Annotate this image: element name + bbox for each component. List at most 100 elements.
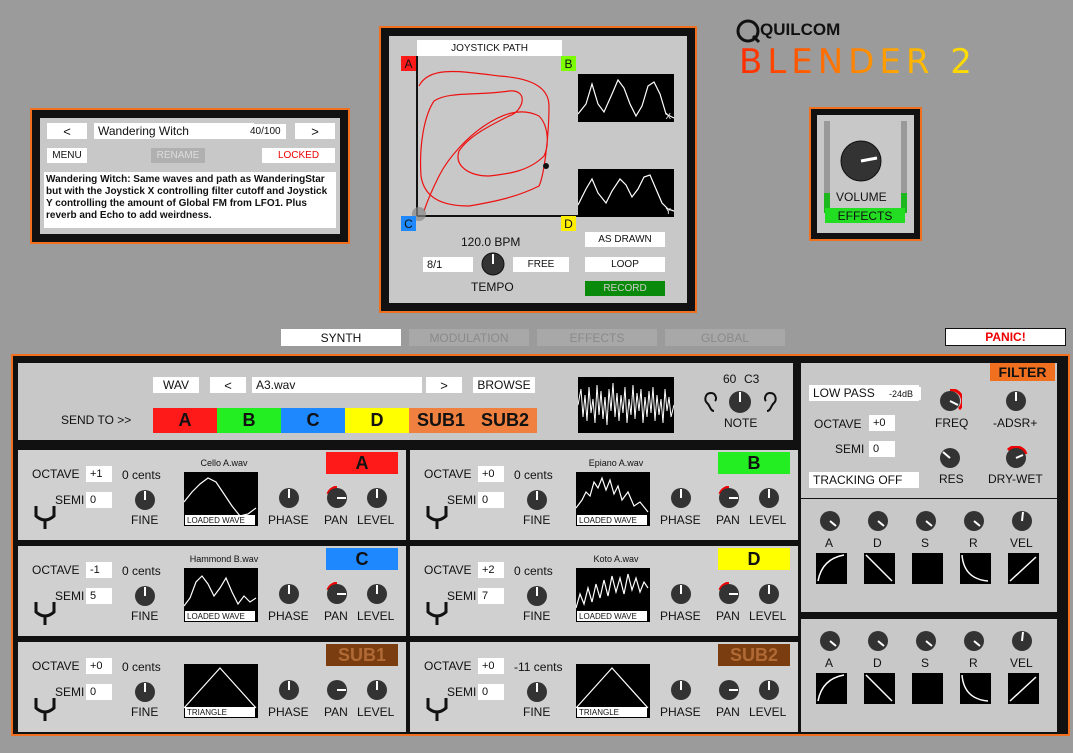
tuning-fork-icon <box>426 698 448 721</box>
osc-wave-display[interactable]: LOADED WAVE <box>575 472 650 526</box>
osc-octave-label: OCTAVE <box>424 467 472 481</box>
rename-button[interactable]: RENAME <box>151 148 205 163</box>
panic-button[interactable]: PANIC! <box>945 328 1066 346</box>
osc-semi-input[interactable]: 0 <box>478 684 504 700</box>
effects-toggle[interactable]: EFFECTS <box>825 208 905 223</box>
env-s-knob[interactable] <box>914 509 938 533</box>
menu-button[interactable]: MENU <box>47 148 87 163</box>
preset-next-button[interactable]: > <box>295 123 335 139</box>
osc-semi-input[interactable]: 0 <box>86 492 112 508</box>
env-a-knob[interactable] <box>818 629 842 653</box>
osc-wave-display[interactable]: TRIANGLE <box>183 664 258 718</box>
as-drawn-button[interactable]: AS DRAWN <box>585 232 665 247</box>
fine-knob[interactable] <box>133 488 157 512</box>
fine-knob[interactable] <box>133 584 157 608</box>
env-r-knob[interactable] <box>962 629 986 653</box>
level-knob[interactable] <box>365 678 389 702</box>
osc-octave-input[interactable]: +2 <box>478 562 504 578</box>
send-sub1-button[interactable]: SUB1 <box>409 408 473 433</box>
osc-semi-input[interactable]: 0 <box>478 492 504 508</box>
level-label: LEVEL <box>749 513 787 527</box>
fine-knob[interactable] <box>525 488 549 512</box>
filter-slope[interactable]: -24dB <box>889 387 921 400</box>
note-label: NOTE <box>724 416 758 430</box>
env-vel-knob[interactable] <box>1010 509 1034 533</box>
osc-wave-label: LOADED WAVE <box>185 611 255 621</box>
env-vel-knob[interactable] <box>1010 629 1034 653</box>
osc-octave-input[interactable]: +1 <box>86 466 112 482</box>
osc-wave-display[interactable]: TRIANGLE <box>575 664 650 718</box>
tab-effects[interactable]: EFFECTS <box>537 329 657 346</box>
tab-global[interactable]: GLOBAL <box>665 329 785 346</box>
osc-semi-input[interactable]: 7 <box>478 588 504 604</box>
send-b-button[interactable]: B <box>217 408 281 433</box>
osc-wave-display[interactable]: LOADED WAVE <box>183 568 258 622</box>
product-name: BLENDER 2 <box>739 42 977 82</box>
tab-modulation[interactable]: MODULATION <box>409 329 529 346</box>
locked-button[interactable]: LOCKED <box>262 148 335 163</box>
pan-label: PAN <box>716 513 740 527</box>
osc-octave-input[interactable]: +0 <box>478 658 504 674</box>
level-knob[interactable] <box>757 678 781 702</box>
res-knob[interactable] <box>938 446 962 470</box>
pan-knob[interactable] <box>717 486 741 510</box>
env-d-knob[interactable] <box>866 509 890 533</box>
phase-knob[interactable] <box>277 678 301 702</box>
phase-knob[interactable] <box>669 582 693 606</box>
send-d-button[interactable]: D <box>345 408 409 433</box>
volume-knob[interactable] <box>840 140 882 182</box>
freq-knob[interactable] <box>938 389 962 413</box>
tuning-fork-icon <box>34 602 56 625</box>
tab-synth[interactable]: SYNTH <box>281 329 401 346</box>
volume-panel: VOLUME EFFECTS <box>809 107 922 241</box>
level-knob[interactable] <box>757 582 781 606</box>
filter-semi-input[interactable]: 0 <box>869 441 895 457</box>
sample-prev-button[interactable]: < <box>210 377 246 393</box>
filter-octave-input[interactable]: +0 <box>869 415 895 431</box>
pan-knob[interactable] <box>717 582 741 606</box>
level-knob[interactable] <box>757 486 781 510</box>
joystick-path-pad[interactable] <box>399 56 579 256</box>
drywet-knob[interactable] <box>1004 446 1028 470</box>
record-button[interactable]: RECORD <box>585 281 665 296</box>
fine-knob[interactable] <box>525 584 549 608</box>
level-knob[interactable] <box>365 486 389 510</box>
osc-octave-input[interactable]: +0 <box>478 466 504 482</box>
osc-wave-display[interactable]: LOADED WAVE <box>575 568 650 622</box>
sample-next-button[interactable]: > <box>426 377 462 393</box>
osc-octave-input[interactable]: -1 <box>86 562 112 578</box>
env-a-knob[interactable] <box>818 509 842 533</box>
pan-knob[interactable] <box>325 678 349 702</box>
pan-knob[interactable] <box>325 582 349 606</box>
loop-button[interactable]: LOOP <box>585 257 665 272</box>
level-knob[interactable] <box>365 582 389 606</box>
preset-prev-button[interactable]: < <box>47 123 87 139</box>
drywet-label: DRY-WET <box>988 472 1043 486</box>
env-s-knob[interactable] <box>914 629 938 653</box>
division-input[interactable]: 8/1 <box>423 257 473 272</box>
note-knob[interactable] <box>728 390 752 414</box>
pan-knob[interactable] <box>325 486 349 510</box>
osc-semi-input[interactable]: 5 <box>86 588 112 604</box>
browse-button[interactable]: BROWSE <box>473 377 535 393</box>
tempo-knob[interactable] <box>481 252 505 276</box>
pan-knob[interactable] <box>717 678 741 702</box>
fine-knob[interactable] <box>133 680 157 704</box>
phase-knob[interactable] <box>669 486 693 510</box>
fine-knob[interactable] <box>525 680 549 704</box>
osc-wave-display[interactable]: LOADED WAVE <box>183 472 258 526</box>
adsr-knob[interactable] <box>1004 389 1028 413</box>
free-button[interactable]: FREE <box>513 257 569 272</box>
phase-knob[interactable] <box>277 486 301 510</box>
send-c-button[interactable]: C <box>281 408 345 433</box>
send-sub2-button[interactable]: SUB2 <box>473 408 537 433</box>
send-a-button[interactable]: A <box>153 408 217 433</box>
env-r-knob[interactable] <box>962 509 986 533</box>
phase-knob[interactable] <box>669 678 693 702</box>
tracking-button[interactable]: TRACKING OFF <box>809 472 919 488</box>
filter-title: FILTER <box>990 363 1055 381</box>
osc-semi-input[interactable]: 0 <box>86 684 112 700</box>
osc-octave-input[interactable]: +0 <box>86 658 112 674</box>
env-d-knob[interactable] <box>866 629 890 653</box>
phase-knob[interactable] <box>277 582 301 606</box>
